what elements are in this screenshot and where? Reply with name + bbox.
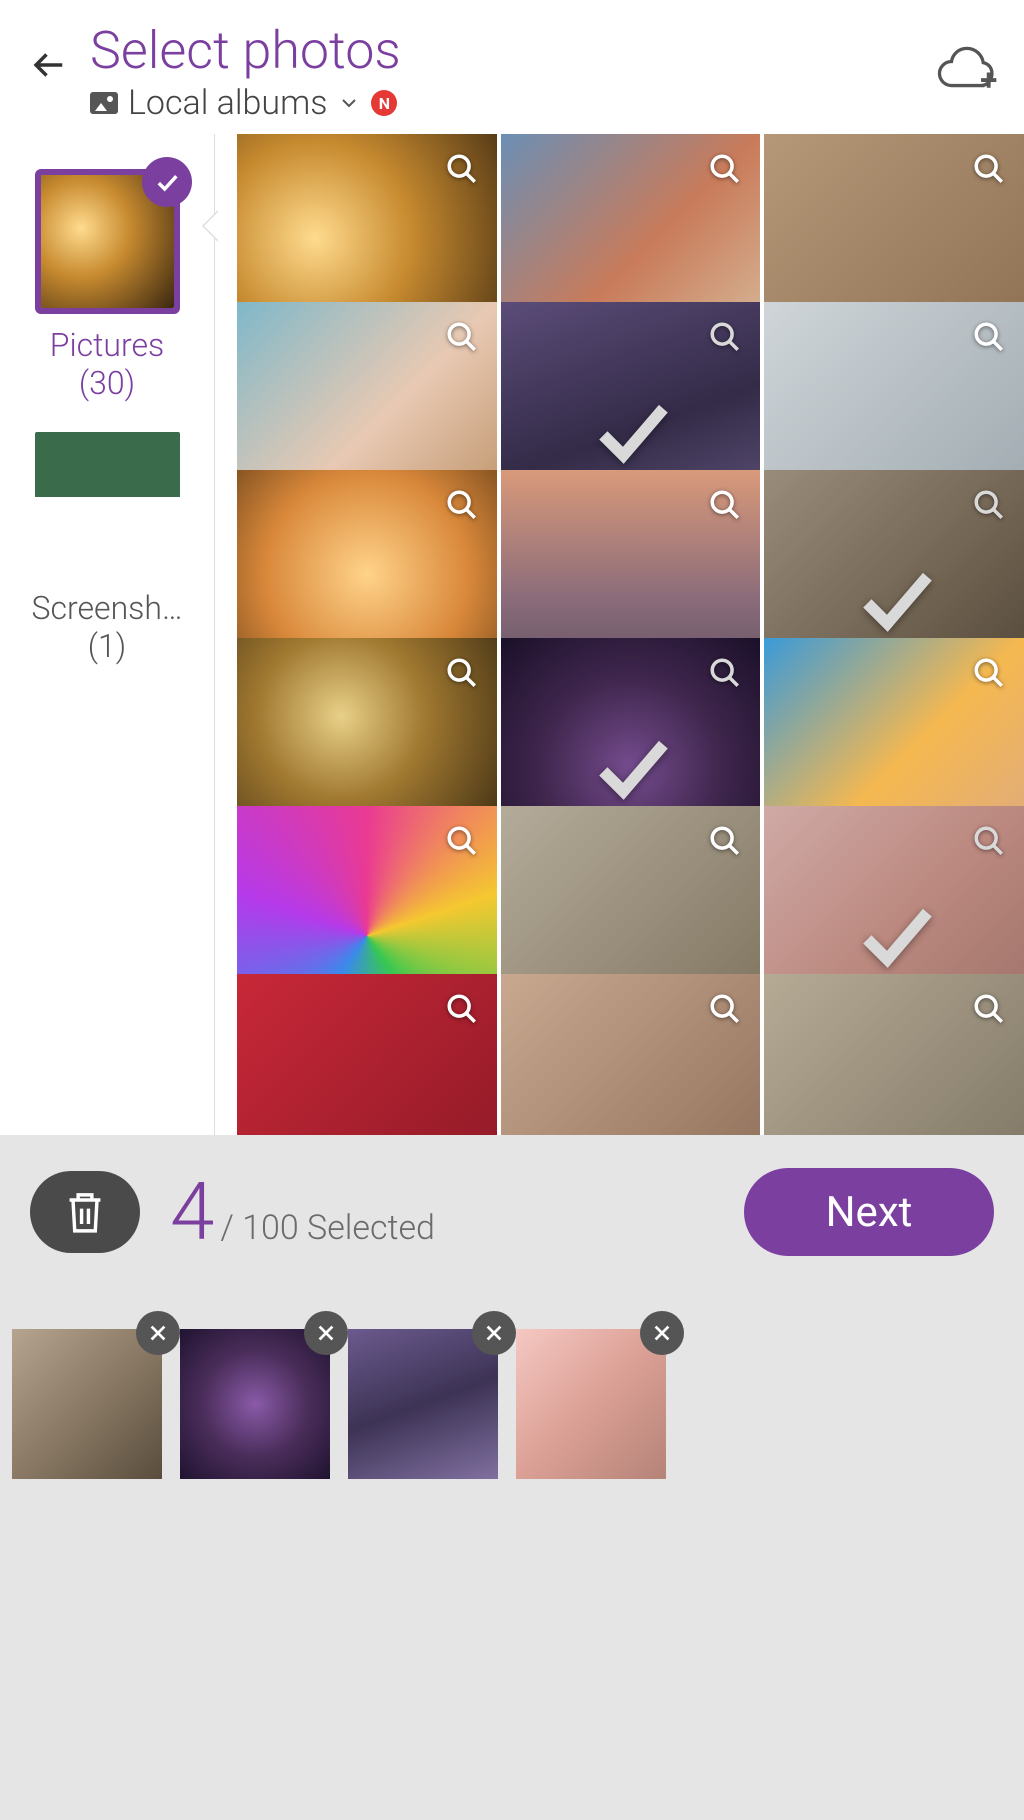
trash-icon — [64, 1188, 106, 1236]
photo-cell[interactable] — [237, 974, 497, 1138]
selected-photo-item[interactable] — [12, 1329, 162, 1479]
magnifier-icon — [445, 992, 479, 1026]
album-item[interactable]: Screensh… (1) — [17, 432, 197, 665]
album-name: Pictures — [50, 326, 165, 364]
album-sidebar: Pictures (30) Screensh… (1) — [0, 134, 215, 1138]
magnifier-icon — [445, 488, 479, 522]
album-thumbnail — [35, 432, 180, 577]
selected-photo-thumbnail — [348, 1329, 498, 1479]
magnifier-icon — [445, 656, 479, 690]
selected-photo-item[interactable] — [180, 1329, 330, 1479]
clear-selection-button[interactable] — [30, 1171, 140, 1253]
zoom-button[interactable] — [445, 488, 479, 522]
zoom-button[interactable] — [445, 152, 479, 186]
remove-selected-button[interactable] — [472, 1311, 516, 1355]
photo-cell[interactable] — [764, 974, 1024, 1138]
check-icon — [153, 168, 181, 196]
album-count: (30) — [79, 364, 135, 402]
next-button[interactable]: Next — [744, 1168, 994, 1256]
chevron-down-icon — [337, 91, 361, 115]
photo-selected-indicator — [854, 896, 934, 976]
zoom-button[interactable] — [708, 656, 742, 690]
cloud-plus-icon — [934, 44, 1004, 97]
magnifier-icon — [972, 992, 1006, 1026]
remove-selected-button[interactable] — [640, 1311, 684, 1355]
zoom-button[interactable] — [708, 152, 742, 186]
source-label: Local albums — [128, 83, 327, 123]
zoom-button[interactable] — [708, 824, 742, 858]
remove-selected-button[interactable] — [136, 1311, 180, 1355]
photo-cell[interactable] — [501, 974, 761, 1138]
notification-badge: N — [371, 90, 397, 116]
magnifier-icon — [708, 656, 742, 690]
back-button[interactable] — [20, 35, 80, 95]
selection-footer: 4 / 100 Selected Next — [0, 1135, 1024, 1820]
zoom-button[interactable] — [972, 824, 1006, 858]
zoom-button[interactable] — [972, 656, 1006, 690]
album-name: Screensh… — [32, 589, 183, 627]
close-icon — [147, 1322, 169, 1344]
close-icon — [315, 1322, 337, 1344]
back-arrow-icon — [29, 44, 71, 86]
magnifier-icon — [972, 488, 1006, 522]
album-item[interactable]: Pictures (30) — [17, 169, 197, 402]
close-icon — [483, 1322, 505, 1344]
magnifier-icon — [972, 656, 1006, 690]
magnifier-icon — [708, 152, 742, 186]
zoom-button[interactable] — [972, 992, 1006, 1026]
selected-photo-item[interactable] — [516, 1329, 666, 1479]
cloud-add-button[interactable] — [934, 40, 1004, 100]
check-icon — [590, 728, 670, 808]
selected-photo-thumbnail — [180, 1329, 330, 1479]
close-icon — [651, 1322, 673, 1344]
picture-icon — [90, 92, 118, 114]
selected-photo-thumbnail — [516, 1329, 666, 1479]
zoom-button[interactable] — [972, 320, 1006, 354]
remove-selected-button[interactable] — [304, 1311, 348, 1355]
magnifier-icon — [708, 824, 742, 858]
selected-photo-item[interactable] — [348, 1329, 498, 1479]
album-count: (1) — [88, 627, 126, 665]
zoom-button[interactable] — [445, 656, 479, 690]
album-source-selector[interactable]: Local albums N — [90, 83, 934, 123]
photo-selected-indicator — [854, 560, 934, 640]
magnifier-icon — [445, 824, 479, 858]
zoom-button[interactable] — [445, 320, 479, 354]
zoom-button[interactable] — [708, 488, 742, 522]
check-icon — [590, 392, 670, 472]
page-title: Select photos — [90, 20, 934, 81]
zoom-button[interactable] — [972, 488, 1006, 522]
photo-grid — [215, 134, 1024, 1138]
magnifier-icon — [708, 320, 742, 354]
header: Select photos Local albums N — [0, 0, 1024, 133]
title-block: Select photos Local albums N — [90, 20, 934, 123]
zoom-button[interactable] — [445, 824, 479, 858]
selected-photos-strip — [0, 1279, 1024, 1491]
zoom-button[interactable] — [708, 992, 742, 1026]
selected-photo-thumbnail — [12, 1329, 162, 1479]
album-thumbnail — [35, 169, 180, 314]
check-icon — [854, 896, 934, 976]
check-icon — [854, 560, 934, 640]
selected-number: 4 — [170, 1165, 214, 1259]
magnifier-icon — [972, 320, 1006, 354]
magnifier-icon — [708, 488, 742, 522]
footer-actions: 4 / 100 Selected Next — [0, 1135, 1024, 1279]
magnifier-icon — [972, 824, 1006, 858]
magnifier-icon — [972, 152, 1006, 186]
magnifier-icon — [445, 152, 479, 186]
magnifier-icon — [445, 320, 479, 354]
zoom-button[interactable] — [972, 152, 1006, 186]
album-selected-badge — [142, 157, 192, 207]
magnifier-icon — [708, 992, 742, 1026]
zoom-button[interactable] — [445, 992, 479, 1026]
selected-album-pointer — [202, 210, 218, 242]
photo-selected-indicator — [590, 392, 670, 472]
selected-suffix: / 100 Selected — [220, 1208, 435, 1248]
selection-count: 4 / 100 Selected — [170, 1165, 714, 1259]
main-content: Pictures (30) Screensh… (1) — [0, 133, 1024, 1138]
zoom-button[interactable] — [708, 320, 742, 354]
photo-selected-indicator — [590, 728, 670, 808]
